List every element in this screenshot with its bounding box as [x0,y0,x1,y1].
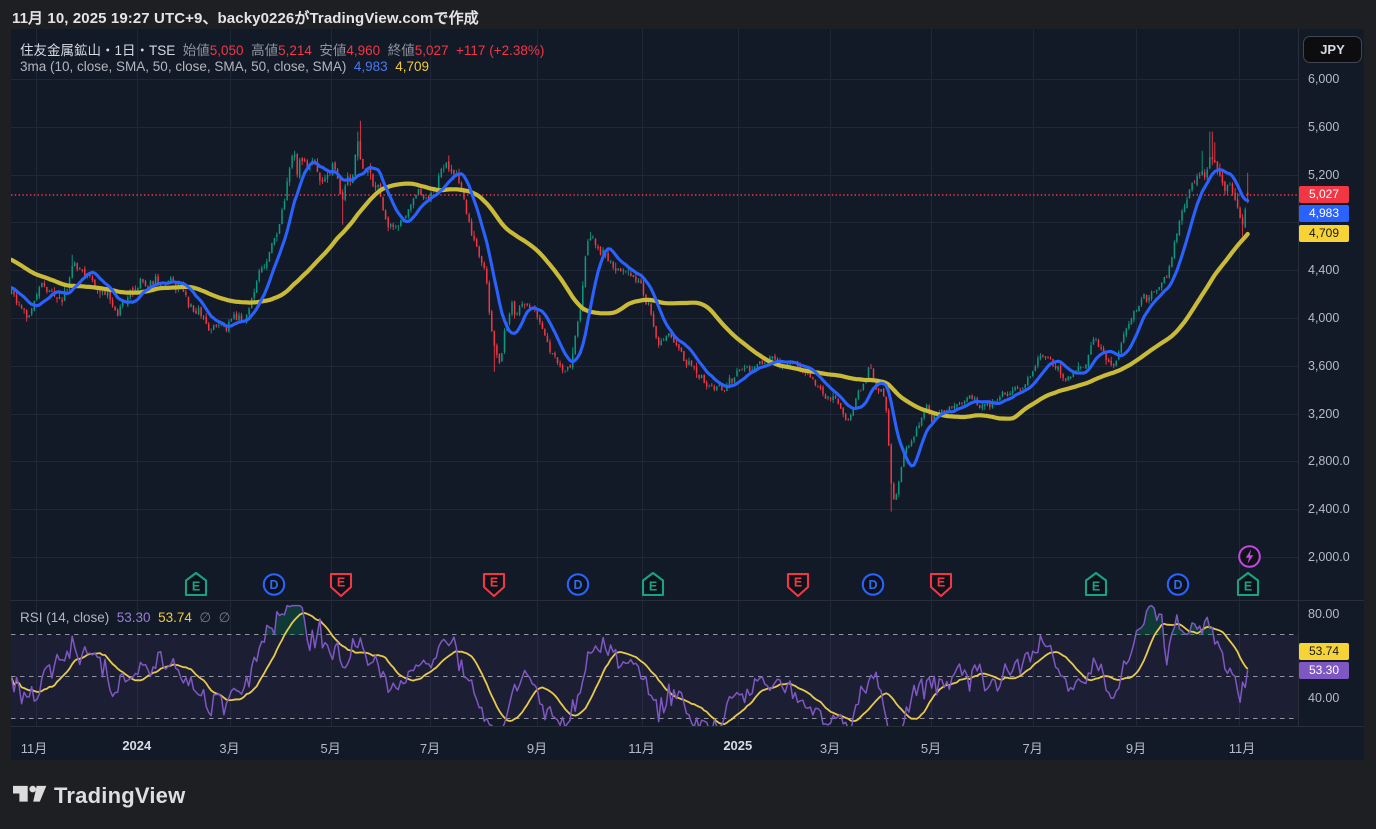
svg-text:D: D [269,578,278,592]
svg-text:E: E [649,580,657,594]
svg-text:E: E [191,580,199,594]
svg-text:E: E [490,576,498,590]
svg-text:D: D [574,578,583,592]
svg-text:E: E [1092,580,1100,594]
svg-text:D: D [868,578,877,592]
svg-text:E: E [794,576,802,590]
svg-text:E: E [937,576,945,590]
svg-text:E: E [336,576,344,590]
svg-text:D: D [1173,578,1182,592]
svg-text:E: E [1244,580,1252,594]
